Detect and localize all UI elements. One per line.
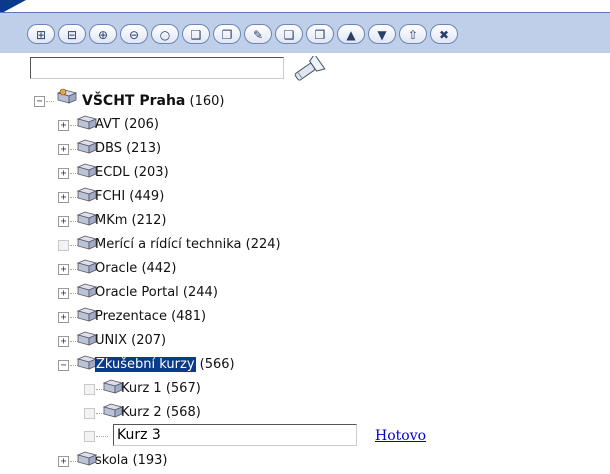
tree-node-label: MKm — [95, 213, 128, 228]
expand-toggle-icon[interactable]: + — [58, 456, 69, 467]
tree-node-label: AVT — [95, 117, 120, 132]
tree-node-text: Prezentace (481) — [95, 309, 206, 324]
expand-toggle-icon[interactable]: + — [58, 264, 69, 275]
tree-node-count: (244) — [178, 285, 218, 300]
tree-node-text: AVT (206) — [95, 117, 159, 132]
tree-node-count: (213) — [121, 141, 162, 156]
collapse-toggle-icon[interactable]: − — [58, 360, 69, 371]
tree-node-label: UNIX — [95, 333, 127, 348]
tree-node-label: skola — [95, 453, 129, 468]
tree-node-label: Kurz 2 — [121, 405, 162, 420]
expand-toggle-icon[interactable]: + — [58, 336, 69, 347]
expand-toggle-icon[interactable]: + — [58, 192, 69, 203]
expand-toggle-icon[interactable]: + — [58, 168, 69, 179]
tree-connector — [96, 436, 108, 437]
tree-node-label: Zkušební kurzy — [95, 357, 196, 372]
tree-root-count: (160) — [189, 94, 225, 109]
tree-node-label: Kurz 1 — [121, 381, 162, 396]
collapse-toggle-icon[interactable]: − — [34, 96, 45, 107]
tree-node-text: Kurz 2 (568) — [121, 405, 201, 420]
expand-toggle-icon[interactable]: + — [58, 216, 69, 227]
globe-folder-icon — [56, 88, 78, 104]
tree-node-label: FCHI — [95, 189, 126, 204]
course-tree: − VŠCHT Praha (160) + AVT (206) + DBS (213)… — [0, 0, 610, 468]
tree-node-count: (566) — [195, 357, 235, 372]
tree-node-count: (224) — [241, 237, 281, 252]
tree-node-text: Zkušební kurzy (566) — [95, 357, 235, 372]
leaf-marker-icon — [84, 384, 95, 395]
tree-node-text: MKm (212) — [95, 213, 167, 228]
tree-node-text: Merící a rídící technika (224) — [95, 237, 281, 252]
tree-node-text: Kurz 1 (567) — [121, 381, 201, 396]
tree-node-label: DBS — [95, 141, 122, 156]
done-link[interactable]: Hotovo — [375, 428, 426, 444]
tree-node-count: (442) — [137, 261, 177, 276]
tree-node-label: ECDL — [95, 165, 130, 180]
expand-toggle-icon[interactable]: + — [58, 288, 69, 299]
expand-toggle-icon[interactable]: + — [58, 120, 69, 131]
leaf-marker-icon — [58, 240, 69, 251]
tree-node-label: Oracle — [95, 261, 138, 276]
leaf-marker-icon — [84, 408, 95, 419]
tree-node-count: (203) — [129, 165, 169, 180]
new-node-name-input[interactable] — [113, 424, 357, 446]
tree-node-text: Oracle (442) — [95, 261, 176, 276]
tree-connector — [46, 101, 54, 102]
tree-node-count: (212) — [127, 213, 167, 228]
expand-toggle-icon[interactable]: + — [58, 312, 69, 323]
tree-node-count: (481) — [166, 309, 207, 324]
tree-root-text: VŠCHT Praha (160) — [82, 93, 224, 109]
tree-node-text: UNIX (207) — [95, 333, 166, 348]
tree-node-count: (449) — [125, 189, 165, 204]
tree-node-count: (206) — [119, 117, 159, 132]
tree-node-text: FCHI (449) — [95, 189, 164, 204]
expand-toggle-icon[interactable]: + — [58, 144, 69, 155]
tree-node-text: Oracle Portal (244) — [95, 285, 218, 300]
tree-node-text: DBS (213) — [95, 141, 161, 156]
tree-node-label: Merící a rídící technika — [95, 237, 242, 252]
tree-node-text: skola (193) — [95, 453, 167, 468]
tree-node-count: (568) — [161, 405, 201, 420]
tree-node-label: Oracle Portal — [95, 285, 179, 300]
tree-node-count: (207) — [126, 333, 167, 348]
tree-node-text: ECDL (203) — [95, 165, 169, 180]
tree-node-label: Prezentace — [95, 309, 167, 324]
leaf-marker-icon — [84, 431, 95, 442]
tree-node-count: (567) — [161, 381, 201, 396]
tree-node-count: (193) — [128, 453, 168, 468]
tree-root-label: VŠCHT Praha — [82, 93, 186, 109]
